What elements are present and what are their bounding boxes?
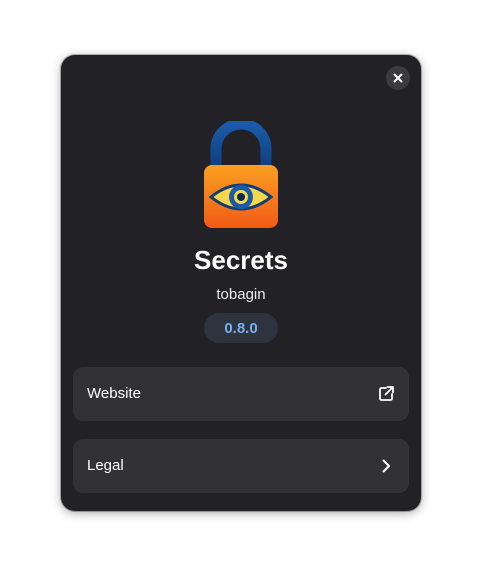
chevron-right-icon <box>382 459 390 473</box>
app-name: Secrets <box>194 245 288 275</box>
close-icon <box>393 73 403 83</box>
legal-label: Legal <box>87 457 124 474</box>
external-link-icon <box>379 386 394 401</box>
version-badge[interactable]: 0.8.0 <box>204 313 278 343</box>
about-dialog: Secrets tobagin 0.8.0 Website Legal <box>61 55 421 511</box>
padlock-eye-icon <box>204 121 278 228</box>
close-button[interactable] <box>386 66 410 90</box>
developer-name: tobagin <box>216 286 266 303</box>
website-label: Website <box>87 385 141 402</box>
website-row[interactable]: Website <box>73 367 409 421</box>
legal-row[interactable]: Legal <box>73 439 409 493</box>
